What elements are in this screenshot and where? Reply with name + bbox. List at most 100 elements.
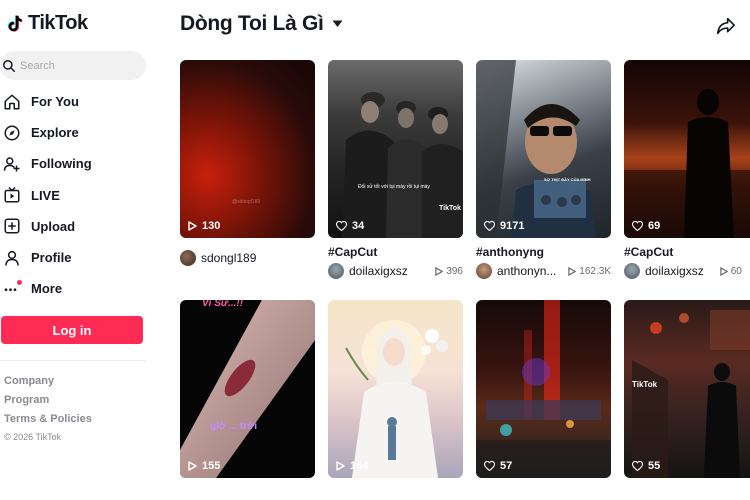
nav-label-profile: Profile [31,250,72,266]
nav-label-live: LIVE [31,187,60,203]
thumbnail-person [476,60,596,238]
play-icon [336,461,345,471]
caret-down-icon [332,20,343,27]
video-overlay-text: SỢ THỊT ĐẦY CỦA MÌNH [544,177,591,182]
video-card-8[interactable]: TikTok 55 [624,300,750,478]
video-overlay-title: Ví Sử...!! [202,300,244,309]
author-row[interactable]: doilaxigxsz 60 [624,263,750,279]
user-plus-icon [3,155,21,173]
author-row[interactable]: sdongl189 [180,250,315,266]
author-name: doilaxigxsz [645,264,704,278]
nav-item-upload[interactable]: Upload [0,211,150,242]
thumbnail-alley [632,310,750,478]
video-card-7[interactable]: 57 [476,300,611,478]
video-overlay-text: TikTok [632,380,658,389]
nav-item-following[interactable]: Following [0,148,150,179]
video-card-2[interactable]: Đối xử tốt với tụi mày rồi tụi mày TikTo… [328,60,463,238]
heart-icon [632,461,643,471]
like-count-text: 34 [352,220,365,232]
like-count: 34 [336,220,364,232]
video-card-3[interactable]: SỢ THỊT ĐẦY CỦA MÌNH 9171 [476,60,611,238]
sidebar-footer: Company Program Terms & Policies © 2026 … [4,374,92,442]
home-icon [3,93,21,111]
share-icon[interactable] [716,17,736,35]
nav-label-for-you: For You [31,94,79,110]
video-card-6[interactable]: 164 [328,300,463,478]
nav-label-upload: Upload [31,218,76,234]
video-card-5[interactable]: Ví Sử...!! giờ ... trời 155 [180,300,315,478]
nav-label-explore: Explore [31,125,79,141]
heart-icon [484,461,495,471]
video-caption[interactable]: #CapCut [624,245,750,259]
video-card-1[interactable]: @sdongl189 130 [180,60,315,238]
footer-link-company[interactable]: Company [4,374,92,393]
thumbnail-statue [345,320,448,478]
play-count-text: 60 [730,265,742,277]
view-count: 155 [188,460,220,472]
tiktok-logo-icon [7,14,23,32]
nav-item-explore[interactable]: Explore [0,117,150,148]
video-info-1: sdongl189 [180,250,315,266]
play-count-text: 396 [446,265,463,277]
play-icon [188,461,197,471]
nav-item-live[interactable]: LIVE [0,180,150,211]
search-icon [3,59,15,72]
author-name: sdongl189 [201,251,257,265]
avatar [328,263,344,279]
view-count: 164 [336,460,368,472]
avatar [476,263,492,279]
video-info-4: #CapCut doilaxigxsz 60 [624,245,750,279]
play-icon [435,266,444,276]
page-title-text: Dòng Toi Là Gì [180,12,324,35]
search-bar[interactable] [0,51,146,80]
user-icon [3,249,21,267]
page-title[interactable]: Dòng Toi Là Gì [180,12,343,36]
like-count: 57 [484,460,512,472]
like-count: 55 [632,460,660,472]
tiktok-watermark: TikTok [439,205,461,212]
thumbnail-silhouette [624,89,750,238]
nav-label-more: More [31,281,63,297]
like-count-text: 55 [648,460,661,472]
login-button[interactable]: Log in [1,316,143,344]
nav-item-for-you[interactable]: For You [0,86,150,117]
watermark: @sdongl189 [232,199,261,205]
view-count: 130 [188,220,220,232]
search-input[interactable] [20,59,130,72]
notification-dot [17,279,22,285]
more-dots-icon [3,279,22,298]
nav-item-more[interactable]: More [0,273,150,304]
sidebar: TikTok For You Explore Following [0,0,160,500]
heart-icon [632,221,643,231]
author-name: anthonyn... [497,264,557,278]
footer-copyright: © 2026 TikTok [4,432,62,442]
nav-label-following: Following [31,156,92,172]
play-icon [188,221,197,231]
video-caption[interactable]: #CapCut [328,245,463,259]
author-name: doilaxigxsz [349,264,408,278]
video-info-2: #CapCut doilaxigxsz 396 [328,245,463,279]
heart-icon [484,221,495,231]
avatar [624,263,640,279]
view-count-text: 164 [350,460,369,472]
author-row[interactable]: anthonyn... 162.3K [476,263,611,279]
plus-square-icon [3,217,21,235]
like-count-text: 69 [648,220,661,232]
like-count-text: 57 [500,460,513,472]
like-count: 69 [632,220,660,232]
footer-link-program[interactable]: Program [4,393,92,412]
heart-icon [336,221,347,231]
video-caption[interactable]: #anthonyng [476,245,611,259]
video-card-4[interactable]: 69 [624,60,750,238]
main-nav: For You Explore Following LIVE Upload Pr… [0,86,150,304]
view-count-text: 155 [202,460,221,472]
nav-item-profile[interactable]: Profile [0,242,150,273]
author-row[interactable]: doilaxigxsz 396 [328,263,463,279]
avatar [180,250,196,266]
play-count: 396 [435,266,463,277]
logo-text: TikTok [28,12,88,34]
footer-link-terms[interactable]: Terms & Policies [4,412,92,431]
video-overlay-text: Đối xử tốt với tụi mày rồi tụi mày [358,184,430,190]
thumbnail-lips [180,300,315,478]
tiktok-logo[interactable]: TikTok [4,12,88,35]
